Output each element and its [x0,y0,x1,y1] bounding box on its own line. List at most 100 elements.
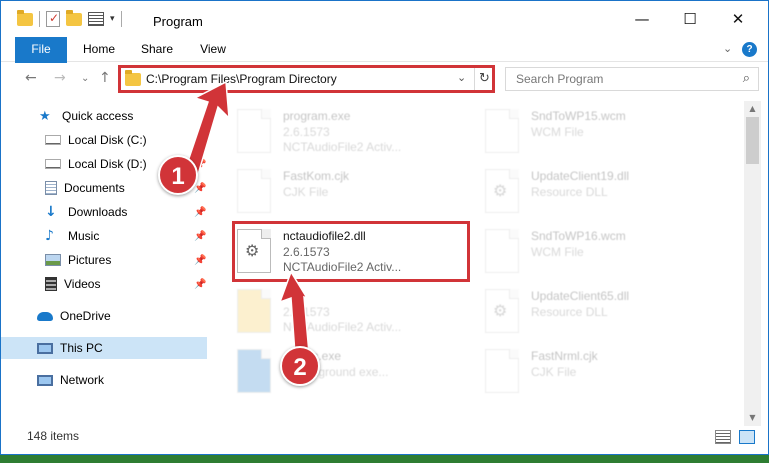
sidebar-item-label: Downloads [68,205,128,219]
up-arrow-icon[interactable]: ↑ [99,70,111,86]
pin-icon: 📌 [194,134,207,146]
new-folder-icon[interactable] [66,9,82,26]
search-input[interactable]: Search Program [516,72,603,86]
drive-icon [45,159,61,169]
file-icon [485,349,519,393]
pc-icon [37,342,53,354]
search-box[interactable]: Search Program ⌕ [505,67,759,91]
scroll-up-icon[interactable]: ▲ [744,101,761,117]
close-icon: ✕ [731,10,745,28]
scroll-down-icon[interactable]: ▼ [744,410,761,426]
large-icons-view-icon[interactable] [739,430,755,444]
pin-icon: 📌 [194,206,207,218]
file-item[interactable]: ...exec.exe ...background exe... [237,347,477,403]
sidebar-item-videos[interactable]: Videos 📌 [1,273,207,295]
search-icon: ⌕ [742,71,750,86]
tab-view[interactable]: View [191,37,235,62]
sidebar-item-quick-access[interactable]: ★ Quick access [1,105,207,127]
forward-arrow-icon[interactable]: → [54,70,66,86]
gear-icon: ⚙ [493,181,508,200]
cloud-icon [37,311,53,321]
recent-locations-dropdown-icon[interactable]: ⌄ [81,73,89,84]
toolbar-divider [39,11,40,27]
folder-icon [17,9,33,26]
expand-ribbon-icon[interactable]: ⌄ [723,42,732,55]
sidebar-item-label: Local Disk (C:) [68,133,147,147]
file-icon [485,229,519,273]
file-version: 2.6.1573 [283,125,330,139]
sidebar-item-label: Local Disk (D:) [68,157,147,171]
file-name: SndToWP16.wcm [531,229,626,243]
address-highlight-box [118,65,495,93]
file-name: SndToWP15.wcm [531,109,626,123]
file-type: WCM File [531,125,584,139]
help-icon[interactable]: ? [742,42,757,57]
file-item[interactable]: 2.6.1573 NCTAudioFile2 Activ... [237,287,477,343]
minimize-button[interactable]: — [619,1,665,37]
sidebar-item-onedrive[interactable]: OneDrive [1,305,207,327]
drive-icon [45,135,61,145]
details-view-icon[interactable] [715,430,731,444]
tab-home[interactable]: Home [75,37,123,62]
file-name: UpdateClient65.dll [531,289,630,303]
step-2-badge: 2 [280,346,320,386]
network-icon [37,374,53,386]
file-type: Resource DLL [531,185,608,199]
list-properties-icon[interactable] [88,12,104,26]
sidebar-item-pictures[interactable]: Pictures 📌 [1,249,207,271]
documents-icon [45,181,57,195]
toolbar-divider [120,11,122,27]
file-icon [485,109,519,153]
tab-share[interactable]: Share [133,37,181,62]
pin-icon: 📌 [194,278,207,290]
explorer-window: ▾ Program — ☐ ✕ File Home Share View ⌄ ?… [0,0,769,455]
close-button[interactable]: ✕ [715,1,761,37]
sidebar-item-this-pc[interactable]: This PC [1,337,207,359]
file-type: WCM File [531,245,584,259]
maximize-icon: ☐ [683,10,697,28]
file-name: FastKom.cjk [283,169,350,183]
file-name: FastNrml.cjk [531,349,598,363]
file-item[interactable]: program.exe 2.6.1573 NCTAudioFile2 Activ… [237,107,477,163]
sidebar-item-label: This PC [60,341,103,355]
file-type: CJK File [283,185,329,199]
properties-checkmark-icon[interactable] [46,11,60,27]
sidebar-item-local-disk-c[interactable]: Local Disk (C:) 📌 [1,129,207,151]
title-bar: ▾ Program — ☐ ✕ [1,1,768,37]
sidebar-item-label: Pictures [68,253,112,267]
sidebar-item-label: Videos [64,277,101,291]
window-title: Program [153,14,203,29]
file-icon [237,169,271,213]
exe-file-icon [237,349,271,393]
file-item[interactable]: FastKom.cjk CJK File [237,167,477,223]
back-arrow-icon[interactable]: ← [25,70,37,86]
step-1-badge: 1 [158,155,198,195]
vertical-scrollbar[interactable]: ▲ ▼ [744,101,761,426]
scrollbar-thumb[interactable] [746,117,759,164]
minimize-icon: — [634,10,650,28]
file-item[interactable]: SndToWP16.wcm WCM File [485,227,725,283]
exe-file-icon [237,109,271,153]
sidebar-item-label: Documents [64,181,125,195]
customize-toolbar-dropdown-icon[interactable]: ▾ [110,14,115,24]
pin-icon: 📌 [194,254,207,266]
download-icon: ↓ [45,204,57,220]
sidebar-item-network[interactable]: Network [1,369,207,391]
file-item[interactable]: FastNrml.cjk CJK File [485,347,725,403]
sidebar-item-label: OneDrive [60,309,111,323]
file-name: program.exe [283,109,351,123]
status-bar: 148 items [1,426,768,448]
file-type: Resource DLL [531,305,608,319]
file-highlight-box [232,221,470,282]
sidebar-item-music[interactable]: ♪ Music 📌 [1,225,207,247]
file-item[interactable]: ⚙ UpdateClient65.dll Resource DLL [485,287,725,343]
item-count: 148 items [27,429,80,443]
ribbon-tabs: File Home Share View ⌄ ? [1,37,768,93]
gear-icon: ⚙ [493,301,508,320]
maximize-button[interactable]: ☐ [667,1,713,37]
file-item[interactable]: SndToWP15.wcm WCM File [485,107,725,163]
sidebar-item-label: Network [60,373,105,387]
navigation-pane: ★ Quick access Local Disk (C:) 📌 Local D… [1,101,211,419]
sidebar-item-downloads[interactable]: ↓ Downloads 📌 [1,201,207,223]
file-item[interactable]: ⚙ UpdateClient19.dll Resource DLL [485,167,725,223]
